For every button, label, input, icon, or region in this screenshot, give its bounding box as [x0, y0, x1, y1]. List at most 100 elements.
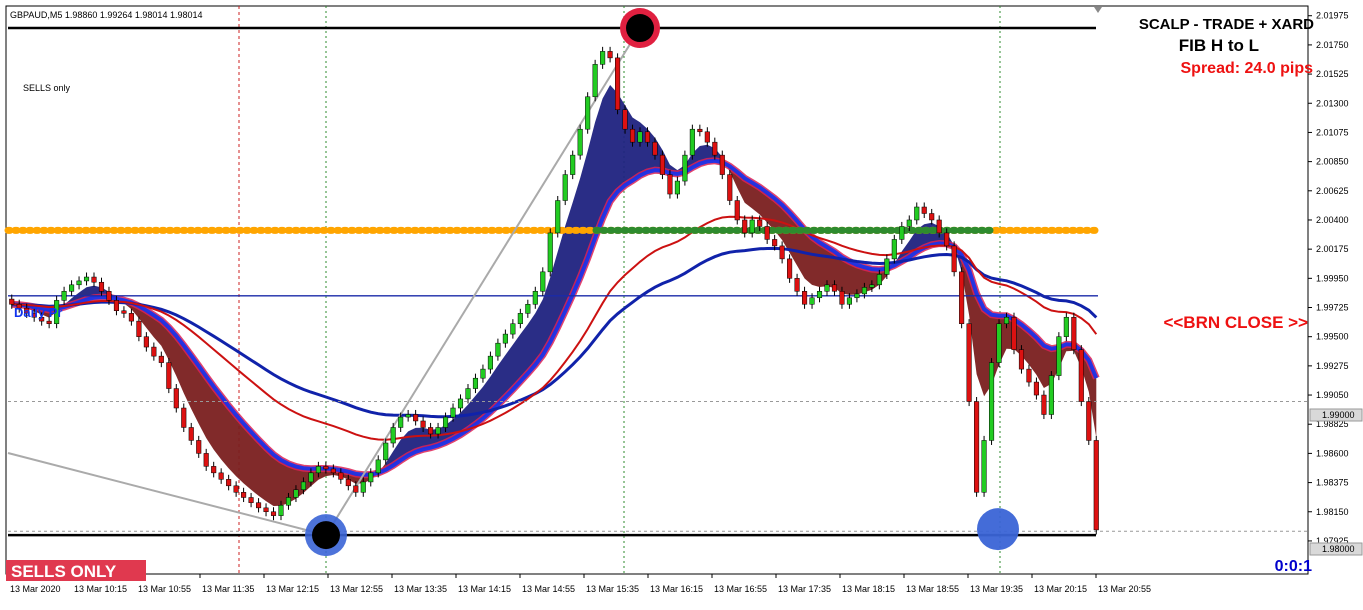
- sells-only-badge: SELLS ONLY: [11, 562, 117, 581]
- candle-bear: [211, 466, 217, 474]
- plot-area: [5, 5, 1309, 575]
- candle-bear: [1078, 349, 1084, 402]
- candle-bull: [480, 368, 486, 379]
- candle-bear: [936, 219, 942, 234]
- bottom-price-tag: 1.98000: [1322, 544, 1355, 554]
- candle-bull: [465, 388, 471, 400]
- candle-bull: [996, 323, 1002, 363]
- candle-bear: [667, 174, 673, 195]
- candle-bear: [966, 323, 972, 402]
- candle-bear: [218, 472, 224, 480]
- candle-bull: [1048, 375, 1054, 415]
- candle-bull: [592, 64, 598, 98]
- x-tick-label: 13 Mar 12:15: [266, 584, 319, 594]
- candle-bear: [944, 232, 950, 247]
- brn-close-label: <<BRN CLOSE >>: [1163, 313, 1308, 332]
- candle-bear: [1033, 381, 1039, 396]
- candle-bull: [450, 407, 456, 418]
- x-tick-label: 13 Mar 18:55: [906, 584, 959, 594]
- candle-bull: [749, 219, 755, 234]
- candle-bear: [226, 479, 232, 487]
- y-tick-label: 2.00850: [1316, 157, 1349, 167]
- candle-bear: [1093, 440, 1099, 531]
- candle-bear: [1018, 349, 1025, 370]
- candle-bear: [794, 278, 800, 292]
- candle-bear: [831, 284, 838, 292]
- candle-bear: [802, 291, 808, 305]
- candle-bull: [891, 239, 897, 260]
- candle-bear: [188, 427, 194, 441]
- candle-bear: [712, 141, 718, 156]
- x-tick-label: 13 Mar 19:35: [970, 584, 1023, 594]
- candle-bear: [196, 440, 202, 454]
- candle-bear: [974, 401, 980, 493]
- candle-bull: [906, 219, 912, 227]
- candle-bear: [719, 154, 725, 175]
- candle-bear: [256, 502, 262, 509]
- candle-bear: [607, 51, 613, 59]
- candle-bear: [345, 479, 351, 487]
- y-tick-label: 2.01300: [1316, 98, 1349, 108]
- candle-bear: [181, 407, 187, 428]
- candle-bull: [315, 466, 321, 474]
- pivot-low-marker: [312, 521, 340, 550]
- candle-bear: [173, 388, 179, 409]
- chart-canvas[interactable]: 2.01975 2.01750 2.01525 2.01300 2.01075 2.008…: [0, 0, 1363, 605]
- chart-header: GBPAUD,M5 1.98860 1.99264 1.98014 1.9801…: [10, 10, 202, 20]
- candle-bear: [330, 468, 336, 474]
- y-tick-label: 1.98600: [1316, 448, 1349, 458]
- candle-bear: [241, 492, 247, 498]
- y-tick-label: 2.00175: [1316, 244, 1349, 254]
- candle-bull: [278, 505, 284, 516]
- x-tick-label: 13 Mar 10:15: [74, 584, 127, 594]
- x-tick-label: 13 Mar 20:55: [1098, 584, 1151, 594]
- candle-bear: [46, 320, 52, 324]
- pivot-high-marker: [626, 14, 654, 43]
- candle-bear: [1041, 394, 1047, 415]
- candle-bear: [652, 141, 658, 156]
- candle-bear: [263, 507, 269, 513]
- candle-bull: [637, 131, 643, 143]
- candle-bull: [540, 271, 546, 292]
- candle-bull: [682, 154, 688, 182]
- candle-bull: [502, 333, 508, 344]
- candle-bear: [420, 420, 426, 428]
- daily-label: Daily Pr: [14, 305, 62, 320]
- candle-bull: [285, 497, 292, 506]
- candle-bull: [816, 291, 823, 299]
- candle-bull: [854, 293, 860, 299]
- candle-bear: [121, 310, 127, 314]
- candle-bear: [959, 271, 965, 324]
- candle-bear: [779, 245, 785, 260]
- candle-bear: [98, 281, 105, 292]
- candle-bull: [1056, 336, 1062, 376]
- candle-bull: [457, 398, 464, 409]
- candle-bull: [405, 414, 411, 418]
- candle-bear: [143, 336, 149, 348]
- candle-bull: [308, 472, 314, 483]
- x-tick-label: 13 Mar 12:55: [330, 584, 383, 594]
- candle-bear: [1026, 368, 1032, 383]
- candle-bull: [525, 304, 531, 314]
- candle-bull: [876, 274, 882, 286]
- candle-bear: [166, 362, 172, 389]
- candle-bull: [884, 258, 890, 275]
- panel-line1: SCALP - TRADE + XARD: [1139, 16, 1314, 33]
- candle-bull: [472, 377, 479, 389]
- candle-bull: [824, 284, 830, 292]
- candle-bull: [809, 297, 815, 305]
- x-tick-label: 13 Mar 2020: [10, 584, 61, 594]
- candle-bear: [787, 258, 793, 279]
- candle-bull: [76, 280, 82, 286]
- candle-bear: [921, 206, 927, 214]
- y-tick-label: 2.01975: [1316, 11, 1349, 21]
- candle-bear: [929, 213, 935, 221]
- candle-bull: [390, 427, 396, 444]
- candle-bull: [547, 232, 553, 273]
- trading-chart[interactable]: 2.01975 2.01750 2.01525 2.01300 2.01075 2.008…: [0, 0, 1363, 605]
- candle-bull: [83, 276, 90, 282]
- candle-bear: [757, 219, 763, 227]
- y-tick-label: 1.99950: [1316, 273, 1349, 283]
- x-tick-label: 13 Mar 14:15: [458, 584, 511, 594]
- candle-bull: [61, 291, 67, 301]
